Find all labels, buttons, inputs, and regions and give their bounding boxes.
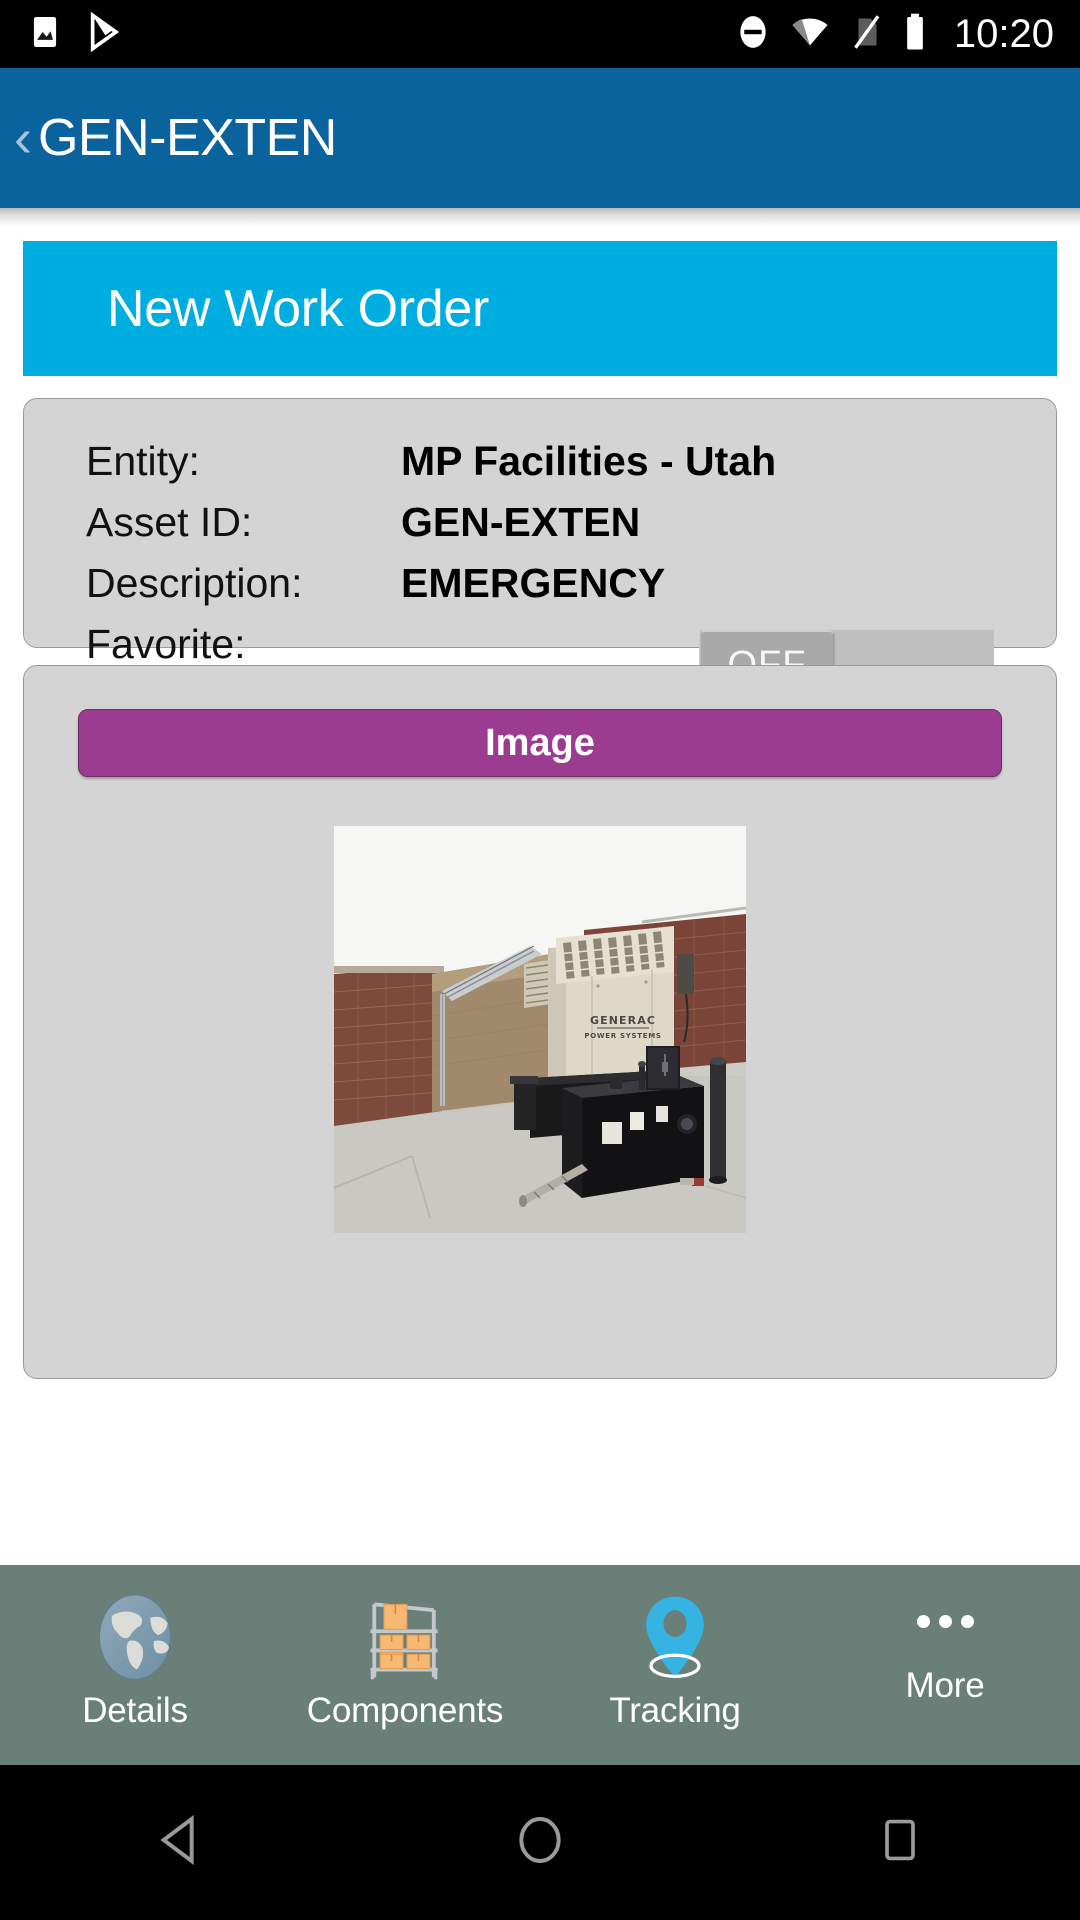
nav-back-button[interactable] bbox=[110, 1793, 250, 1893]
tab-details[interactable]: Details bbox=[0, 1565, 270, 1765]
map-pin-icon bbox=[627, 1589, 723, 1685]
phone-screen: 10:20 ‹ GEN-EXTEN New Work Order Entity:… bbox=[0, 0, 1080, 1920]
tab-more-label: More bbox=[905, 1666, 985, 1705]
circle-home-icon bbox=[512, 1812, 568, 1873]
dot bbox=[938, 1615, 952, 1628]
bottom-tab-bar: Details Components Tracking More bbox=[0, 1565, 1080, 1765]
table-row: Asset ID: GEN-EXTEN bbox=[24, 492, 1056, 553]
android-nav-bar bbox=[0, 1765, 1080, 1920]
asset-photo[interactable]: GENERAC POWER SYSTEMS bbox=[334, 826, 746, 1233]
warehouse-shelf-icon bbox=[357, 1589, 453, 1685]
nav-recents-button[interactable] bbox=[830, 1793, 970, 1893]
favorite-label: Favorite: bbox=[86, 621, 246, 667]
overflow-dots-icon bbox=[916, 1615, 974, 1628]
status-bar: 10:20 bbox=[0, 0, 1080, 68]
entity-label: Entity: bbox=[86, 438, 200, 484]
tab-tracking[interactable]: Tracking bbox=[540, 1565, 810, 1765]
table-row: Entity: MP Facilities - Utah bbox=[24, 431, 1056, 492]
work-order-header: New Work Order bbox=[23, 241, 1057, 376]
table-row: Description: EMERGENCY bbox=[24, 553, 1056, 614]
asset-image-card: Image GENERAC POWER SYSTEMS bbox=[23, 665, 1057, 1379]
asset-photo-graphic: GENERAC POWER SYSTEMS bbox=[334, 826, 746, 1233]
tab-details-label: Details bbox=[82, 1691, 188, 1730]
page-title: GEN-EXTEN bbox=[37, 109, 337, 167]
status-bar-notifications bbox=[26, 11, 126, 57]
app-bar-shadow bbox=[0, 208, 1080, 228]
svg-text:GENERAC: GENERAC bbox=[590, 1014, 656, 1027]
dot bbox=[960, 1615, 974, 1628]
image-button[interactable]: Image bbox=[78, 709, 1002, 777]
work-order-header-label: New Work Order bbox=[107, 279, 490, 338]
scroll-content[interactable]: New Work Order Entity: MP Facilities - U… bbox=[0, 228, 1080, 1565]
svg-text:POWER SYSTEMS: POWER SYSTEMS bbox=[584, 1032, 661, 1040]
do-not-disturb-icon bbox=[734, 13, 772, 56]
dot bbox=[916, 1615, 930, 1628]
asset-info-card: Entity: MP Facilities - Utah Asset ID: G… bbox=[23, 398, 1057, 698]
no-sim-icon bbox=[848, 13, 884, 56]
square-recents-icon bbox=[874, 1814, 926, 1871]
battery-icon bbox=[902, 12, 928, 57]
image-button-label: Image bbox=[485, 721, 595, 764]
entity-value: MP Facilities - Utah bbox=[401, 438, 777, 484]
tab-components-label: Components bbox=[306, 1691, 504, 1730]
triangle-back-icon bbox=[152, 1812, 208, 1873]
nav-home-button[interactable] bbox=[470, 1793, 610, 1893]
tab-components[interactable]: Components bbox=[270, 1565, 540, 1765]
asset-id-label: Asset ID: bbox=[86, 499, 253, 545]
wifi-icon bbox=[790, 12, 830, 57]
status-bar-clock: 10:20 bbox=[953, 11, 1054, 56]
globe-icon bbox=[87, 1589, 183, 1685]
tab-tracking-label: Tracking bbox=[609, 1691, 741, 1730]
app-bar: ‹ GEN-EXTEN bbox=[0, 68, 1080, 208]
asset-id-value: GEN-EXTEN bbox=[401, 499, 641, 545]
tab-more[interactable]: More bbox=[810, 1565, 1080, 1765]
description-label: Description: bbox=[86, 560, 303, 606]
gallery-icon bbox=[26, 13, 64, 56]
description-value: EMERGENCY bbox=[401, 560, 666, 606]
status-bar-system-icons: 10:20 bbox=[734, 12, 1054, 57]
play-store-icon bbox=[86, 11, 126, 57]
back-chevron-icon[interactable]: ‹ bbox=[14, 111, 32, 165]
